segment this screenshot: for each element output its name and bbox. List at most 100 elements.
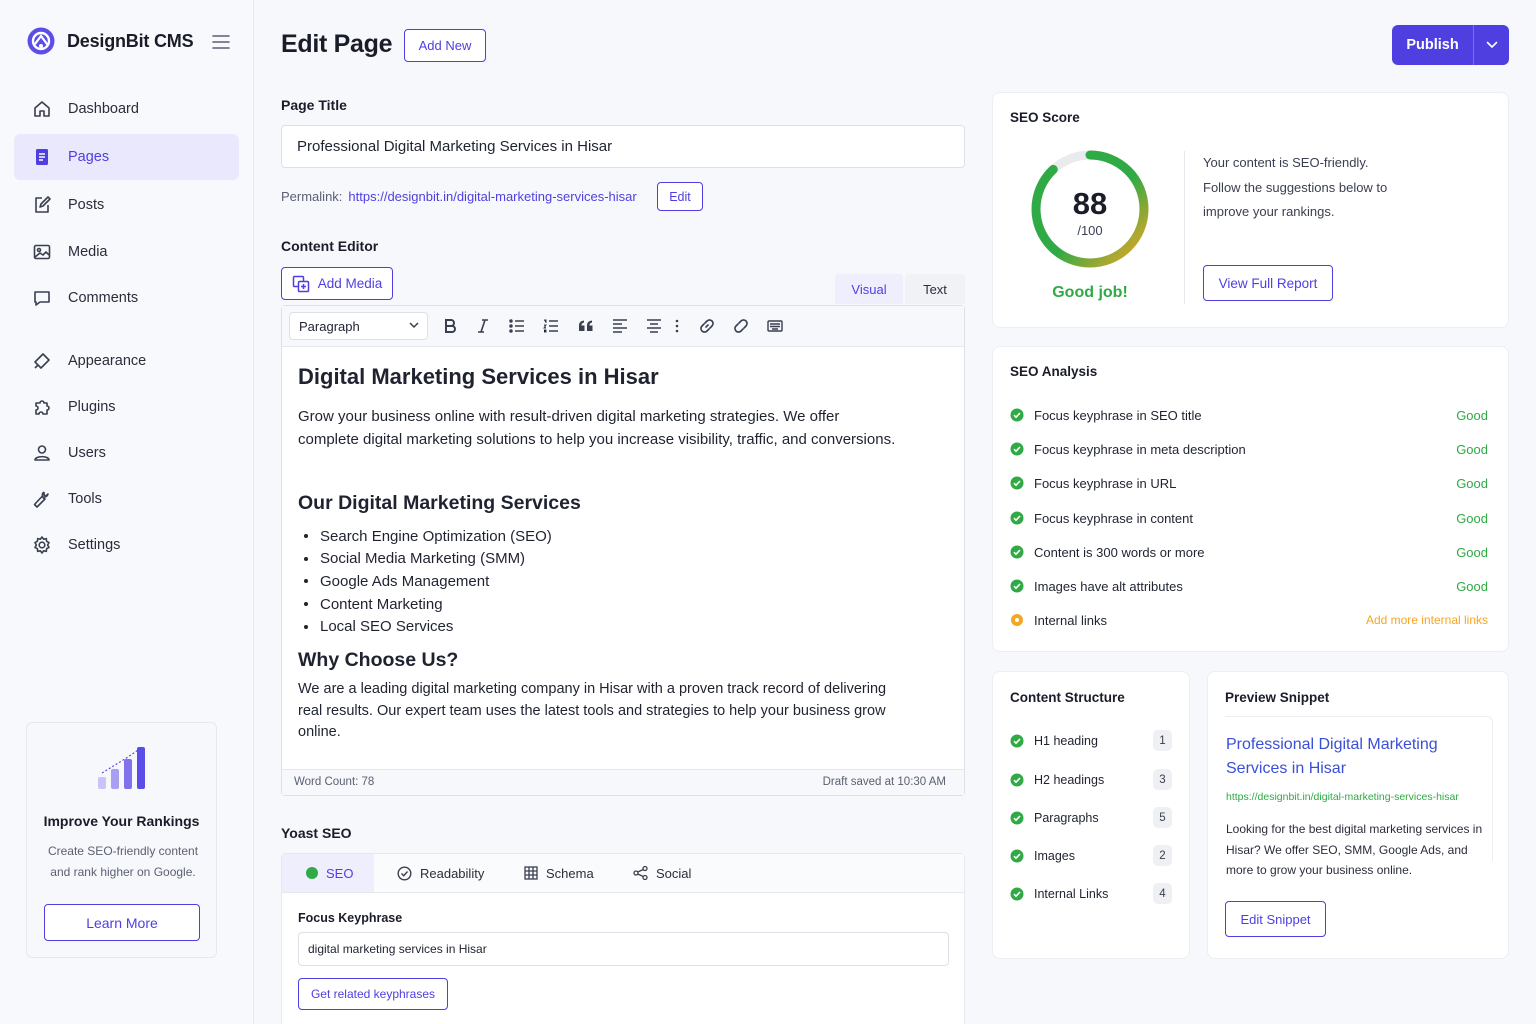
align-left-icon <box>613 319 627 333</box>
add-media-label: Add Media <box>317 276 383 291</box>
tab-schema[interactable]: Schema <box>524 854 594 892</box>
editor-footer: Word Count: 78 Draft saved at 10:30 AM <box>282 769 964 795</box>
insert-link-button[interactable] <box>697 316 717 336</box>
publish-button[interactable]: Publish <box>1392 25 1474 65</box>
check-circle-icon <box>1010 408 1024 422</box>
sidebar-item-settings[interactable]: Settings <box>14 522 239 568</box>
blockquote-button[interactable] <box>576 316 596 336</box>
brush-icon <box>34 353 50 369</box>
learn-more-button[interactable]: Learn More <box>44 904 200 941</box>
structure-label: H2 headings <box>1034 773 1105 787</box>
bold-button[interactable] <box>440 316 460 336</box>
sidebar-item-tools[interactable]: Tools <box>14 476 239 522</box>
check-label: Internal links <box>1034 612 1107 628</box>
document-icon <box>36 149 48 165</box>
list-item: Local SEO Services <box>298 615 552 638</box>
get-related-keyphrases-button[interactable]: Get related keyphrases <box>298 978 448 1010</box>
add-media-button[interactable]: Add Media <box>281 267 393 300</box>
format-select-value: Paragraph <box>299 318 360 334</box>
numbered-list-button[interactable] <box>541 316 561 336</box>
brand[interactable]: DesignBit CMS <box>26 26 194 56</box>
content-h2: Why Choose Us? <box>298 649 459 671</box>
sidebar-item-posts[interactable]: Posts <box>14 182 239 228</box>
align-left-button[interactable] <box>610 316 630 336</box>
format-select[interactable]: Paragraph <box>289 312 428 340</box>
toolbar-toggle-button[interactable] <box>765 316 785 336</box>
tab-social[interactable]: Social <box>633 854 691 892</box>
publish-options-toggle[interactable] <box>1474 25 1509 65</box>
sidebar-item-users[interactable]: Users <box>14 430 239 476</box>
comment-icon <box>34 291 50 306</box>
check-circle-icon <box>1010 849 1024 863</box>
sidebar-item-plugins[interactable]: Plugins <box>14 384 239 430</box>
check-label: Focus keyphrase in URL <box>1034 475 1177 491</box>
check-status: Good <box>1456 441 1488 457</box>
sidebar-item-dashboard[interactable]: Dashboard <box>14 86 239 132</box>
check-circle-icon <box>1010 811 1024 825</box>
list-item: Search Engine Optimization (SEO) <box>298 525 552 548</box>
link-icon <box>700 319 714 333</box>
check-circle-icon <box>1010 442 1024 456</box>
tab-label: Social <box>656 865 692 881</box>
divider <box>1184 151 1185 304</box>
bullet-list-icon <box>509 319 524 333</box>
check-circle-icon <box>1010 545 1024 559</box>
view-full-report-button[interactable]: View Full Report <box>1203 265 1333 301</box>
bullet-list-button[interactable] <box>507 316 527 336</box>
seo-score-title: SEO Score <box>1010 110 1080 125</box>
content-h1: Digital Marketing Services in Hisar <box>298 364 659 389</box>
permalink-url[interactable]: https://designbit.in/digital-marketing-s… <box>348 189 636 204</box>
unlink-icon <box>734 319 748 333</box>
seo-check-row: Focus keyphrase in content Good <box>1010 508 1488 528</box>
sidebar: DesignBit CMS Dashboard Pages Posts Medi… <box>0 0 254 1024</box>
count-badge: 1 <box>1153 730 1172 751</box>
italic-button[interactable] <box>473 316 493 336</box>
seo-analysis-title: SEO Analysis <box>1010 364 1098 379</box>
check-status: Good <box>1456 544 1488 560</box>
edit-icon <box>35 196 51 213</box>
align-center-button[interactable] <box>644 316 664 336</box>
tab-seo[interactable]: SEO <box>282 854 374 892</box>
tab-readability[interactable]: Readability <box>397 854 484 892</box>
check-status: Good <box>1456 578 1488 594</box>
status-dot-icon <box>306 867 318 879</box>
sidebar-item-appearance[interactable]: Appearance <box>14 338 239 384</box>
check-circle-icon <box>1010 773 1024 787</box>
align-center-icon <box>647 319 661 333</box>
yoast-label: Yoast SEO <box>281 825 352 841</box>
sidebar-item-pages[interactable]: Pages <box>14 134 239 180</box>
bold-icon <box>445 319 456 333</box>
snippet-headline[interactable]: Professional Digital Marketing Services … <box>1226 733 1466 780</box>
tab-label: SEO <box>326 865 354 881</box>
preview-snippet-title: Preview Snippet <box>1225 690 1330 705</box>
sidebar-item-media[interactable]: Media <box>14 229 239 275</box>
numbered-list-icon <box>543 319 558 333</box>
add-new-button[interactable]: Add New <box>404 29 486 62</box>
snippet-description: Looking for the best digital marketing s… <box>1226 822 1483 877</box>
count-badge: 5 <box>1153 807 1172 828</box>
focus-keyphrase-input[interactable]: digital marketing services in Hisar <box>298 932 949 966</box>
check-status[interactable]: Add more internal links <box>1366 613 1488 627</box>
tab-text[interactable]: Text <box>905 274 965 304</box>
content-paragraph: Grow your business online with result-dr… <box>298 408 896 448</box>
add-media-icon <box>292 275 309 292</box>
quote-icon <box>579 320 593 331</box>
sidebar-item-label: Media <box>68 244 108 260</box>
hamburger-menu-icon[interactable] <box>211 33 231 51</box>
list-item: Content Marketing <box>298 593 552 616</box>
check-label: Focus keyphrase in SEO title <box>1034 407 1202 423</box>
sidebar-item-label: Comments <box>68 290 139 306</box>
sidebar-item-label: Settings <box>68 537 121 553</box>
unlink-button[interactable] <box>731 316 751 336</box>
edit-snippet-button[interactable]: Edit Snippet <box>1225 901 1326 937</box>
yoast-panel: SEO Readability Schema Social Focus Keyp… <box>281 853 965 1024</box>
sidebar-item-comments[interactable]: Comments <box>14 275 239 321</box>
page-title-input[interactable]: Professional Digital Marketing Services … <box>281 125 965 168</box>
permalink-edit-button[interactable]: Edit <box>657 182 703 211</box>
grid-icon <box>524 866 538 880</box>
italic-icon <box>478 319 488 333</box>
tab-visual[interactable]: Visual <box>835 274 903 304</box>
image-icon <box>33 244 51 260</box>
logo-icon <box>27 27 55 55</box>
more-options-button[interactable] <box>671 316 683 336</box>
